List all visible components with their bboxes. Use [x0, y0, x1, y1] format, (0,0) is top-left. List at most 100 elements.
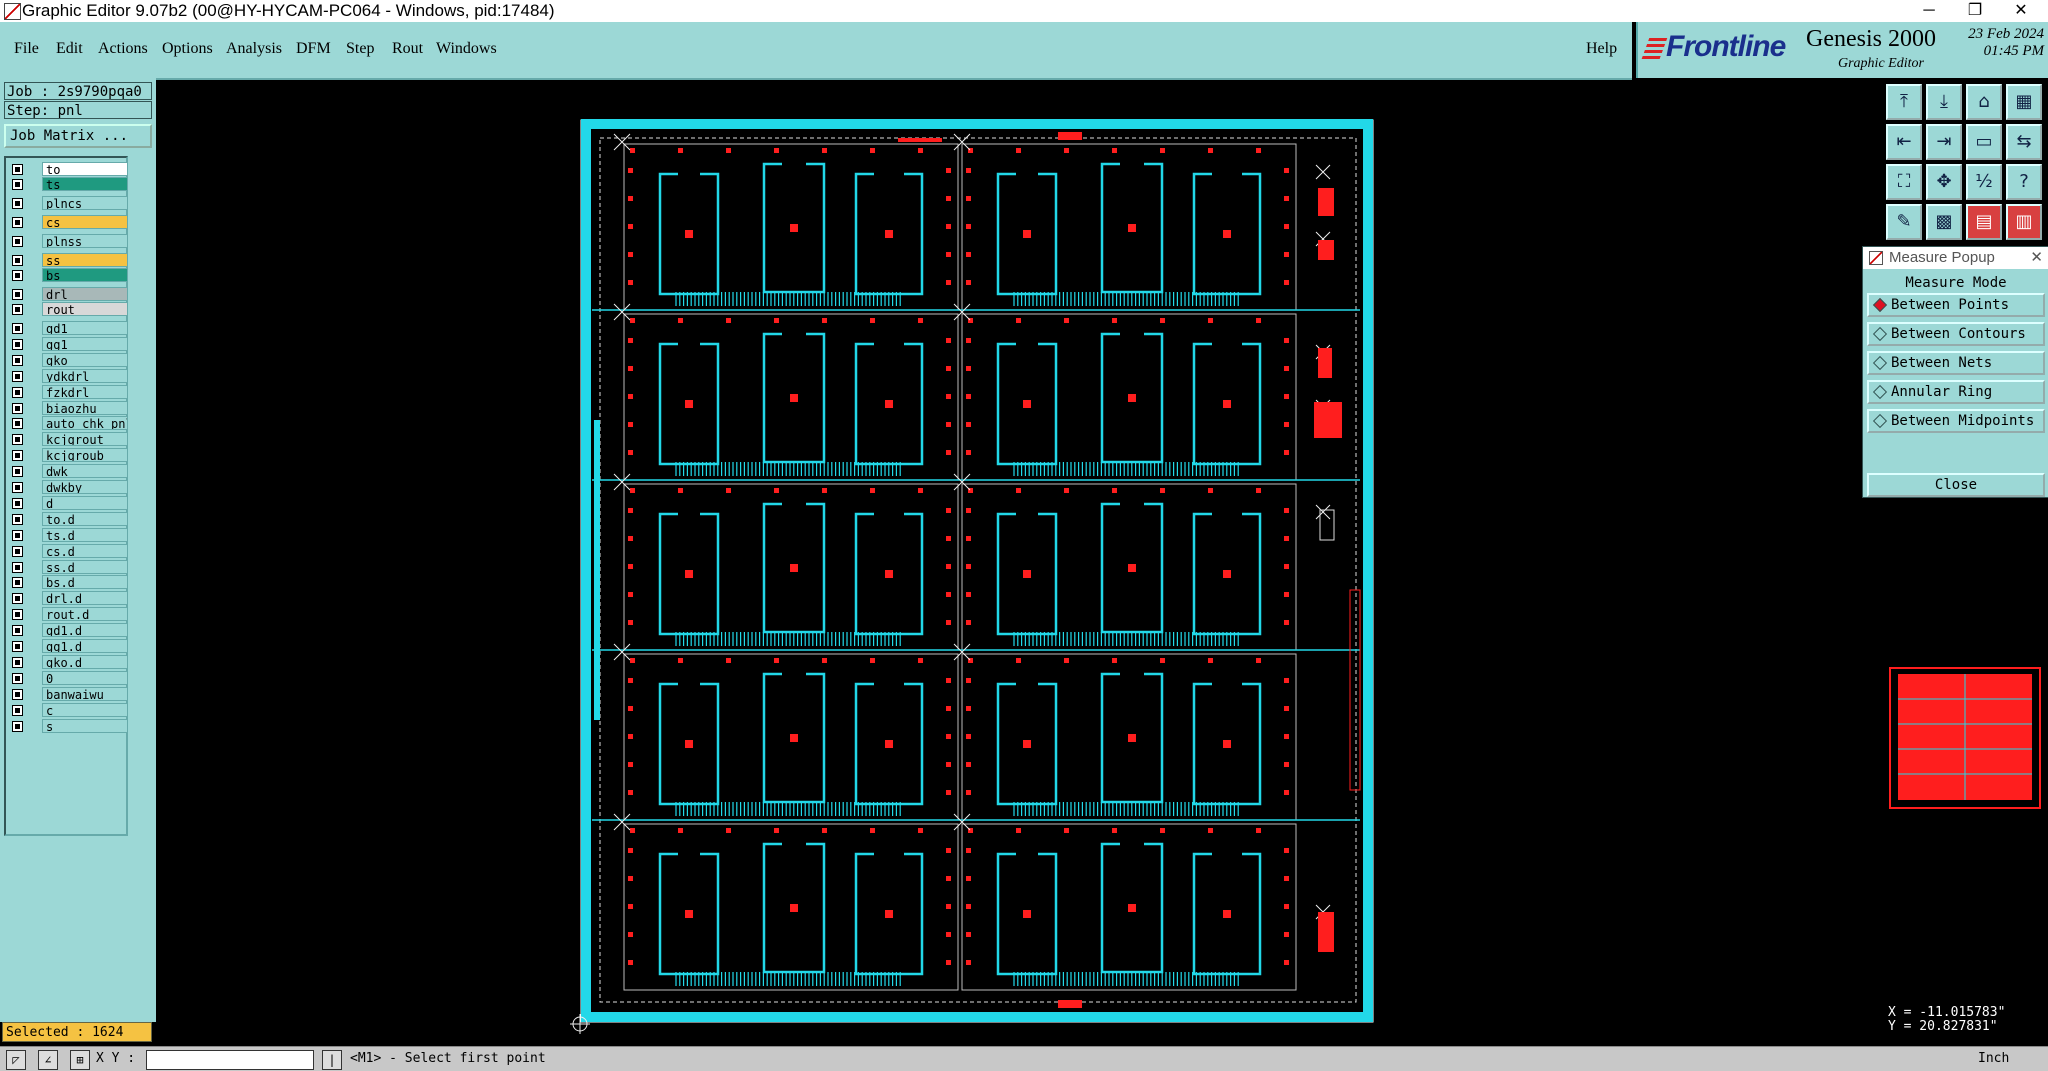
- overview-map[interactable]: [1886, 660, 2046, 832]
- layer-checkbox[interactable]: [12, 641, 23, 652]
- layer-name[interactable]: ydkdrl: [42, 368, 128, 383]
- menu-analysis[interactable]: Analysis: [226, 40, 282, 58]
- layer-name[interactable]: c: [42, 702, 128, 717]
- home-icon[interactable]: ⌂: [1966, 84, 2002, 120]
- layer-checkbox[interactable]: [12, 656, 23, 668]
- layer-checkbox[interactable]: [12, 482, 23, 493]
- layer-row-banwaiwu[interactable]: banwaiwu: [8, 686, 128, 701]
- layer-row-kcjgrout[interactable]: kcjgrout: [8, 432, 128, 447]
- layer-name[interactable]: auto_chk_pnl: [42, 416, 128, 431]
- fit-icon[interactable]: ⛶: [1886, 164, 1922, 200]
- minimize-button[interactable]: ─: [1906, 0, 1952, 22]
- layer-row-ts.d[interactable]: ts.d: [8, 527, 128, 542]
- layer-name[interactable]: fzkdrl: [42, 384, 128, 399]
- layer-name[interactable]: kcjgrout: [42, 432, 128, 447]
- layer-checkbox[interactable]: [12, 577, 23, 589]
- layer-checkbox[interactable]: [12, 354, 23, 366]
- layer-name[interactable]: biaozhu: [42, 400, 128, 415]
- option-between-contours[interactable]: Between Contours: [1867, 322, 2045, 346]
- snap-icon[interactable]: ⇆: [2006, 124, 2042, 160]
- layer-name[interactable]: to.d: [42, 511, 128, 526]
- layer-checkbox[interactable]: [12, 289, 23, 300]
- layer-row-gd1[interactable]: gd1: [8, 321, 128, 335]
- menu-options[interactable]: Options: [162, 40, 213, 58]
- layer-row-c[interactable]: c: [8, 702, 128, 717]
- measure-close-button[interactable]: Close: [1867, 473, 2045, 497]
- layer-row-0[interactable]: 0: [8, 670, 128, 685]
- layer-name[interactable]: bs: [42, 268, 128, 282]
- layer-checkbox[interactable]: [12, 466, 23, 478]
- layer-checkbox[interactable]: [12, 529, 23, 541]
- layer-name[interactable]: cs.d: [42, 543, 128, 558]
- layer-checkbox[interactable]: [12, 179, 23, 190]
- layer-row-drl.d[interactable]: drl.d: [8, 591, 128, 606]
- layer-checkbox[interactable]: [12, 217, 23, 228]
- layer-name[interactable]: bs.d: [42, 575, 128, 590]
- layer-row-gg1[interactable]: gg1: [8, 336, 128, 351]
- layer-name[interactable]: banwaiwu: [42, 686, 128, 701]
- layer-row-gd1.d[interactable]: gd1.d: [8, 623, 128, 638]
- layer-checkbox[interactable]: [12, 450, 23, 462]
- layer-red-icon[interactable]: ▤: [1966, 204, 2002, 240]
- layer-row-biaozhu[interactable]: biaozhu: [8, 400, 128, 415]
- grid-tool-icon[interactable]: ⊞: [70, 1050, 90, 1070]
- layer-row-to.d[interactable]: to.d: [8, 511, 128, 526]
- layer-name[interactable]: gg1: [42, 336, 128, 351]
- layer-checkbox[interactable]: [12, 497, 23, 509]
- layer-name[interactable]: dwkby: [42, 480, 128, 494]
- layer-row-d[interactable]: d: [8, 495, 128, 510]
- menu-dfm[interactable]: DFM: [296, 40, 331, 58]
- layer-checkbox[interactable]: [12, 561, 23, 573]
- layer-checkbox[interactable]: [12, 270, 23, 281]
- center-icon[interactable]: ✥: [1926, 164, 1962, 200]
- menu-rout[interactable]: Rout: [392, 40, 423, 58]
- layer-row-dwk[interactable]: dwk: [8, 464, 128, 479]
- layer-row-plncs[interactable]: plncs: [8, 196, 128, 210]
- layer-checkbox[interactable]: [12, 704, 23, 716]
- layer-name[interactable]: kcjgroub: [42, 448, 128, 463]
- layer-checkbox[interactable]: [12, 609, 23, 621]
- layer-name[interactable]: gd1.d: [42, 623, 128, 638]
- zoom-in-icon[interactable]: ⤒: [1886, 84, 1922, 120]
- layer-name[interactable]: drl.d: [42, 591, 128, 606]
- layer-red2-icon[interactable]: ▥: [2006, 204, 2042, 240]
- layer-row-fzkdrl[interactable]: fzkdrl: [8, 384, 128, 399]
- layer-name[interactable]: rout.d: [42, 607, 128, 622]
- pan-left-icon[interactable]: ⇤: [1886, 124, 1922, 160]
- layer-name[interactable]: to: [42, 162, 128, 176]
- ratio-icon[interactable]: ½: [1966, 164, 2002, 200]
- layer-checkbox[interactable]: [12, 688, 23, 700]
- close-icon[interactable]: ✕: [2030, 247, 2043, 269]
- layer-row-bs[interactable]: bs: [8, 268, 128, 282]
- layer-checkbox[interactable]: [12, 625, 23, 637]
- option-between-points[interactable]: Between Points: [1867, 293, 2045, 317]
- layer-row-dwkby[interactable]: dwkby: [8, 480, 128, 494]
- layer-row-ydkdrl[interactable]: ydkdrl: [8, 368, 128, 383]
- xy-input[interactable]: [146, 1050, 314, 1070]
- close-window-button[interactable]: ✕: [1998, 0, 2044, 22]
- option-annular-ring[interactable]: Annular Ring: [1867, 380, 2045, 404]
- layer-name[interactable]: ss: [42, 253, 128, 267]
- layer-checkbox[interactable]: [12, 164, 23, 175]
- help-icon[interactable]: ?: [2006, 164, 2042, 200]
- layer-row-gko.d[interactable]: gko.d: [8, 654, 128, 669]
- layer-checkbox[interactable]: [12, 338, 23, 350]
- layer-checkbox[interactable]: [12, 255, 23, 266]
- layer-checkbox[interactable]: [12, 402, 23, 414]
- option-between-midpoints[interactable]: Between Midpoints: [1867, 409, 2045, 433]
- layer-row-bs.d[interactable]: bs.d: [8, 575, 128, 590]
- grid-icon[interactable]: ▩: [1926, 204, 1962, 240]
- layer-checkbox[interactable]: [12, 323, 23, 334]
- option-between-nets[interactable]: Between Nets: [1867, 351, 2045, 375]
- zoom-out-icon[interactable]: ⤓: [1926, 84, 1962, 120]
- layer-checkbox[interactable]: [12, 720, 23, 732]
- menu-step[interactable]: Step: [346, 40, 374, 58]
- menu-help[interactable]: Help: [1586, 40, 1617, 58]
- layer-name[interactable]: plncs: [42, 196, 128, 210]
- menu-actions[interactable]: Actions: [98, 40, 148, 58]
- layer-name[interactable]: s: [42, 718, 128, 733]
- layer-name[interactable]: 0: [42, 670, 128, 685]
- menu-edit[interactable]: Edit: [56, 40, 83, 58]
- layer-checkbox[interactable]: [12, 370, 23, 382]
- layer-row-to[interactable]: to: [8, 162, 128, 176]
